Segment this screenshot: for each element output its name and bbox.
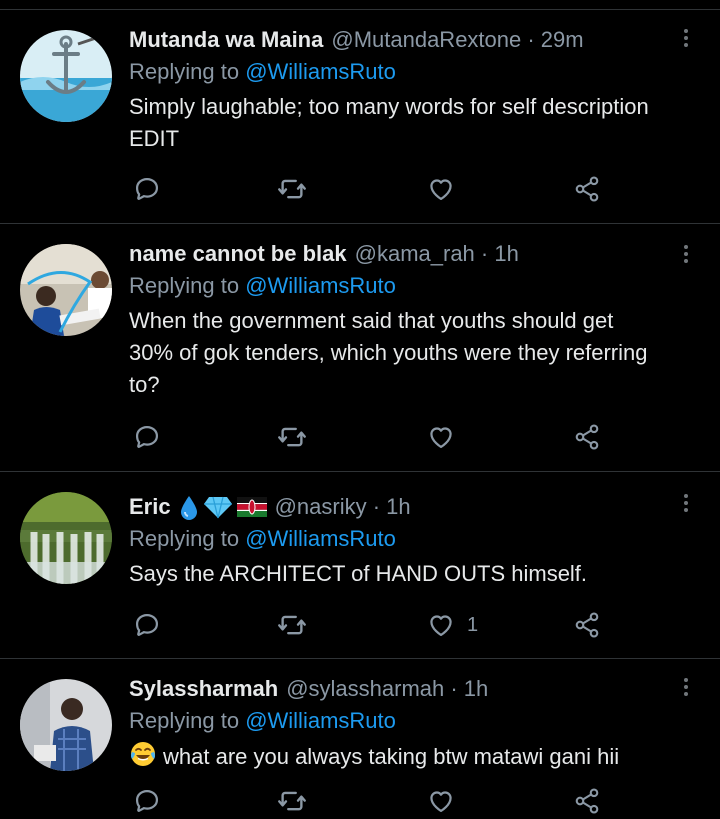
handle-timestamp: @kama_rah · 1h <box>354 241 519 266</box>
like-button[interactable] <box>427 419 467 455</box>
reply-icon <box>133 175 161 203</box>
reply-handle-link[interactable]: @WilliamsRuto <box>245 526 396 551</box>
display-name[interactable]: Sylassharmah <box>129 674 278 704</box>
replying-to: Replying to @WilliamsRuto <box>129 57 700 87</box>
tweet-text-line: Simply laughable; too many words for sel… <box>129 94 649 119</box>
handle-timestamp: @MutandaRextone · 29m <box>331 27 584 52</box>
tweet-1[interactable]: Mutanda wa Maina @MutandaRextone · 29m R… <box>0 10 720 224</box>
reply-prefix: Replying to <box>129 273 246 298</box>
tweet-text: Simply laughable; too many words for sel… <box>129 91 700 155</box>
share-button[interactable] <box>573 607 601 643</box>
display-name[interactable]: Eric <box>129 492 171 522</box>
action-bar <box>129 783 629 819</box>
tweet-4[interactable]: Sylassharmah @sylassharmah · 1h Replying… <box>0 659 720 819</box>
retweet-button[interactable] <box>277 171 307 207</box>
tears-of-joy-emoji <box>131 742 155 766</box>
like-count: 1 <box>467 613 479 636</box>
reply-prefix: Replying to <box>129 708 246 733</box>
reply-icon <box>133 423 161 451</box>
avatar[interactable] <box>20 30 112 122</box>
reply-prefix: Replying to <box>129 59 246 84</box>
share-button[interactable] <box>573 783 601 819</box>
display-name[interactable]: name cannot be blak <box>129 239 347 269</box>
top-divider <box>0 0 720 10</box>
like-button[interactable] <box>427 171 467 207</box>
retweet-icon <box>277 174 307 204</box>
action-bar <box>129 419 629 455</box>
tweet-text: Says the ARCHITECT of HAND OUTS himself. <box>129 558 700 590</box>
gem-emoji <box>203 496 232 519</box>
like-button[interactable]: 1 <box>427 607 478 643</box>
replying-to: Replying to @WilliamsRuto <box>129 706 700 736</box>
replying-to: Replying to @WilliamsRuto <box>129 271 700 301</box>
retweet-icon <box>277 610 307 640</box>
tweet-text-line: what are you always taking btw matawi ga… <box>163 744 620 769</box>
reply-button[interactable] <box>133 171 161 207</box>
more-options-icon[interactable] <box>676 240 696 268</box>
retweet-icon <box>277 786 307 816</box>
droplet-emoji <box>180 496 197 520</box>
like-icon <box>427 611 455 639</box>
kenya-flag-emoji <box>236 497 267 517</box>
name-emojis <box>179 494 267 520</box>
share-icon <box>573 423 601 451</box>
like-icon <box>427 423 455 451</box>
avatar[interactable] <box>20 492 112 584</box>
like-icon <box>427 175 455 203</box>
reply-prefix: Replying to <box>129 526 246 551</box>
reply-button[interactable] <box>133 607 161 643</box>
share-icon <box>573 611 601 639</box>
tweet-text-line: EDIT <box>129 126 180 151</box>
reply-icon <box>133 611 161 639</box>
share-button[interactable] <box>573 171 601 207</box>
more-options-icon[interactable] <box>676 489 696 517</box>
tweet-text-line: to? <box>129 372 160 397</box>
tweet-3[interactable]: Eric @nasriky · 1h Replying to @Williams… <box>0 472 720 659</box>
avatar[interactable] <box>20 679 112 771</box>
action-bar <box>129 171 629 207</box>
reply-handle-link[interactable]: @WilliamsRuto <box>245 708 396 733</box>
more-options-icon[interactable] <box>676 24 696 52</box>
retweet-button[interactable] <box>277 419 307 455</box>
tweet-text-line: Says the ARCHITECT of HAND OUTS himself. <box>129 561 588 586</box>
reply-icon <box>133 787 161 815</box>
share-icon <box>573 787 601 815</box>
reply-button[interactable] <box>133 783 161 819</box>
share-button[interactable] <box>573 419 601 455</box>
like-button[interactable] <box>427 783 467 819</box>
more-options-icon[interactable] <box>676 673 696 701</box>
retweet-button[interactable] <box>277 783 307 819</box>
share-icon <box>573 175 601 203</box>
retweet-icon <box>277 422 307 452</box>
reply-button[interactable] <box>133 419 161 455</box>
handle-timestamp: @nasriky · 1h <box>274 494 411 519</box>
tweet-2[interactable]: name cannot be blak @kama_rah · 1h Reply… <box>0 224 720 472</box>
display-name[interactable]: Mutanda wa Maina <box>129 25 323 55</box>
retweet-button[interactable] <box>277 607 307 643</box>
tweet-text: When the government said that youths sho… <box>129 305 700 401</box>
reply-handle-link[interactable]: @WilliamsRuto <box>245 59 396 84</box>
tweet-text-line: 30% of gok tenders, which youths were th… <box>129 340 648 365</box>
like-icon <box>427 787 455 815</box>
action-bar: 1 <box>129 607 629 643</box>
tweet-text-line: When the government said that youths sho… <box>129 308 614 333</box>
replying-to: Replying to @WilliamsRuto <box>129 524 700 554</box>
handle-timestamp: @sylassharmah · 1h <box>286 676 489 701</box>
tweet-text: what are you always taking btw matawi ga… <box>129 740 700 773</box>
reply-handle-link[interactable]: @WilliamsRuto <box>245 273 396 298</box>
avatar[interactable] <box>20 244 112 336</box>
